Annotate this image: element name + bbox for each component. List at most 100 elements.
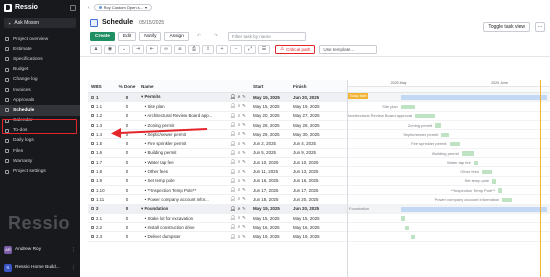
name-cell[interactable]: • Fire sprinkler permit <box>138 141 226 146</box>
sidebar-item-change-log[interactable]: Change log <box>0 75 80 85</box>
lock-icon[interactable] <box>91 235 94 239</box>
done-cell[interactable]: 0 <box>116 188 138 193</box>
lock-icon[interactable] <box>91 170 94 174</box>
gantt-task-bar[interactable] <box>502 197 513 203</box>
expand-collapse-icon[interactable]: ⌄ <box>118 44 130 54</box>
name-cell[interactable]: • Site plan <box>138 104 226 109</box>
zoom-to-task-icon[interactable]: ⌕ <box>238 103 240 109</box>
template-select[interactable]: Use template... <box>319 44 378 54</box>
name-cell[interactable]: • Install construction drive <box>138 225 226 230</box>
person-icon[interactable]: 👤︎ <box>230 187 236 193</box>
done-cell[interactable]: 0 <box>116 150 138 155</box>
zoom-to-task-icon[interactable]: ⌕ <box>238 94 240 100</box>
lock-icon[interactable] <box>91 216 94 220</box>
print-icon[interactable]: ⎙ <box>188 44 200 54</box>
zoom-to-task-icon[interactable]: ⌕ <box>238 159 240 165</box>
done-cell[interactable]: 0 <box>116 234 138 239</box>
col-done[interactable]: % Done <box>116 84 138 89</box>
finish-cell[interactable]: Jun 9, 2025 <box>290 150 335 155</box>
person-icon[interactable]: 👤︎ <box>230 215 236 221</box>
gantt-task-bar[interactable] <box>404 225 409 231</box>
done-cell[interactable]: 0 <box>116 216 138 221</box>
finish-cell[interactable]: Jun 13, 2025 <box>290 169 335 174</box>
done-cell[interactable]: 0 <box>116 141 138 146</box>
sidebar-item-approvals[interactable]: Approvals <box>0 95 80 105</box>
start-cell[interactable]: Jun 17, 2025 <box>250 188 290 193</box>
done-cell[interactable]: 0 <box>116 169 138 174</box>
start-cell[interactable]: May 19, 2025 <box>250 234 290 239</box>
person-icon[interactable]: 👤︎ <box>230 94 236 100</box>
export-icon[interactable]: ⇪ <box>202 44 214 54</box>
sidebar-item-budget[interactable]: Budget <box>0 65 80 75</box>
zoom-to-task-icon[interactable]: ⌕ <box>238 141 240 147</box>
zoom-to-task-icon[interactable]: ⌕ <box>238 131 240 137</box>
finish-cell[interactable]: May 19, 2025 <box>290 104 335 109</box>
person-icon[interactable]: 👤︎ <box>230 113 236 119</box>
gantt-task-bar[interactable] <box>400 104 415 110</box>
note-icon[interactable]: ✎ <box>242 141 246 147</box>
col-name[interactable]: Name <box>138 84 226 89</box>
table-row[interactable]: 2.2 0 • Install construction drive 👤︎ ⌕ ✎ May… <box>88 223 347 233</box>
gantt-task-bar[interactable] <box>461 151 474 156</box>
start-cell[interactable]: May 15, 2025 <box>250 95 290 100</box>
person-icon[interactable]: 👤︎ <box>230 234 236 240</box>
table-row[interactable]: 1.1 0 • Site plan 👤︎ ⌕ ✎ May 15, 2025 May 19, … <box>88 102 347 112</box>
finish-cell[interactable]: May 30, 2025 <box>290 132 335 137</box>
create-button[interactable]: Create <box>90 31 115 41</box>
note-icon[interactable]: ✎ <box>242 215 246 221</box>
name-cell[interactable]: • Architectural Review Board app... <box>138 113 226 118</box>
person-icon[interactable]: 👤︎ <box>230 150 236 156</box>
done-cell[interactable]: 0 <box>116 206 138 211</box>
finish-cell[interactable]: May 19, 2025 <box>290 234 335 239</box>
lock-icon[interactable] <box>91 123 94 127</box>
note-icon[interactable]: ✎ <box>242 169 246 175</box>
zoom-in-icon[interactable]: + <box>216 44 228 54</box>
unlink-icon[interactable]: ⌀ <box>174 44 186 54</box>
lock-icon[interactable] <box>91 188 94 192</box>
gantt-task-bar[interactable] <box>473 160 478 165</box>
col-wbs[interactable]: WBS <box>88 84 116 89</box>
person-icon[interactable]: 👤︎ <box>230 196 236 202</box>
zoom-to-task-icon[interactable]: ⌕ <box>238 187 240 193</box>
gantt-task-bar[interactable] <box>441 132 450 138</box>
person-icon[interactable]: 👤︎ <box>230 159 236 165</box>
redo-icon[interactable]: ↷ <box>208 31 223 41</box>
baseline-icon[interactable]: ☰ <box>258 44 270 54</box>
col-finish[interactable]: Finish <box>290 84 335 89</box>
ask-assistant-button[interactable]: ✦ Ask Moson <box>4 18 76 28</box>
person-icon[interactable]: 👤︎ <box>230 103 236 109</box>
zoom-to-task-icon[interactable]: ⌕ <box>238 234 240 240</box>
start-cell[interactable]: May 29, 2025 <box>250 132 290 137</box>
zoom-to-task-icon[interactable]: ⌕ <box>238 122 240 128</box>
user-menu-dots-icon[interactable]: ⋮ <box>71 247 76 253</box>
task-filter-input[interactable]: Filter task by name <box>227 31 306 41</box>
indent-icon[interactable]: ⇥ <box>132 44 144 54</box>
finish-cell[interactable]: Jun 17, 2025 <box>290 188 335 193</box>
table-row[interactable]: 1.10 0 • **Inspection Temp Pole** 👤︎ ⌕ ✎ Jun … <box>88 186 347 196</box>
finish-cell[interactable]: May 27, 2025 <box>290 113 335 118</box>
group-row[interactable]: 2 0 ▾ Foundation 👤︎ ⌕ ✎ May 15, 2025 Jun 20, 20… <box>88 204 347 214</box>
lock-icon[interactable] <box>91 104 94 108</box>
sidebar-item-estimate[interactable]: Estimate <box>0 44 80 54</box>
done-cell[interactable]: 0 <box>116 178 138 183</box>
lock-icon[interactable] <box>91 95 94 99</box>
gantt-task-bar[interactable] <box>435 123 442 128</box>
table-row[interactable]: 1.11 0 • Power company account infor... 👤︎… <box>88 195 347 205</box>
zoom-to-task-icon[interactable]: ⌕ <box>238 206 240 212</box>
table-row[interactable]: 1.6 0 • Building permit 👤︎ ⌕ ✎ Jun 5, 2025 Jun… <box>88 149 347 159</box>
gantt-task-bar[interactable] <box>414 114 436 119</box>
start-cell[interactable]: Jun 5, 2025 <box>250 150 290 155</box>
lock-icon[interactable] <box>91 207 94 211</box>
start-cell[interactable]: Jun 10, 2025 <box>250 160 290 165</box>
gantt-task-bar[interactable] <box>492 179 497 184</box>
finish-cell[interactable]: Jun 10, 2025 <box>290 160 335 165</box>
person-icon[interactable]: 👤︎ <box>230 224 236 230</box>
done-cell[interactable]: 0 <box>116 160 138 165</box>
assign-button[interactable]: Assign <box>164 31 189 41</box>
start-cell[interactable]: Jun 11, 2025 <box>250 169 290 174</box>
note-icon[interactable]: ✎ <box>242 122 246 128</box>
finish-cell[interactable]: May 28, 2025 <box>290 123 335 128</box>
zoom-out-icon[interactable]: − <box>230 44 242 54</box>
fit-icon[interactable]: ⤢ <box>244 44 256 54</box>
done-cell[interactable]: 0 <box>116 225 138 230</box>
